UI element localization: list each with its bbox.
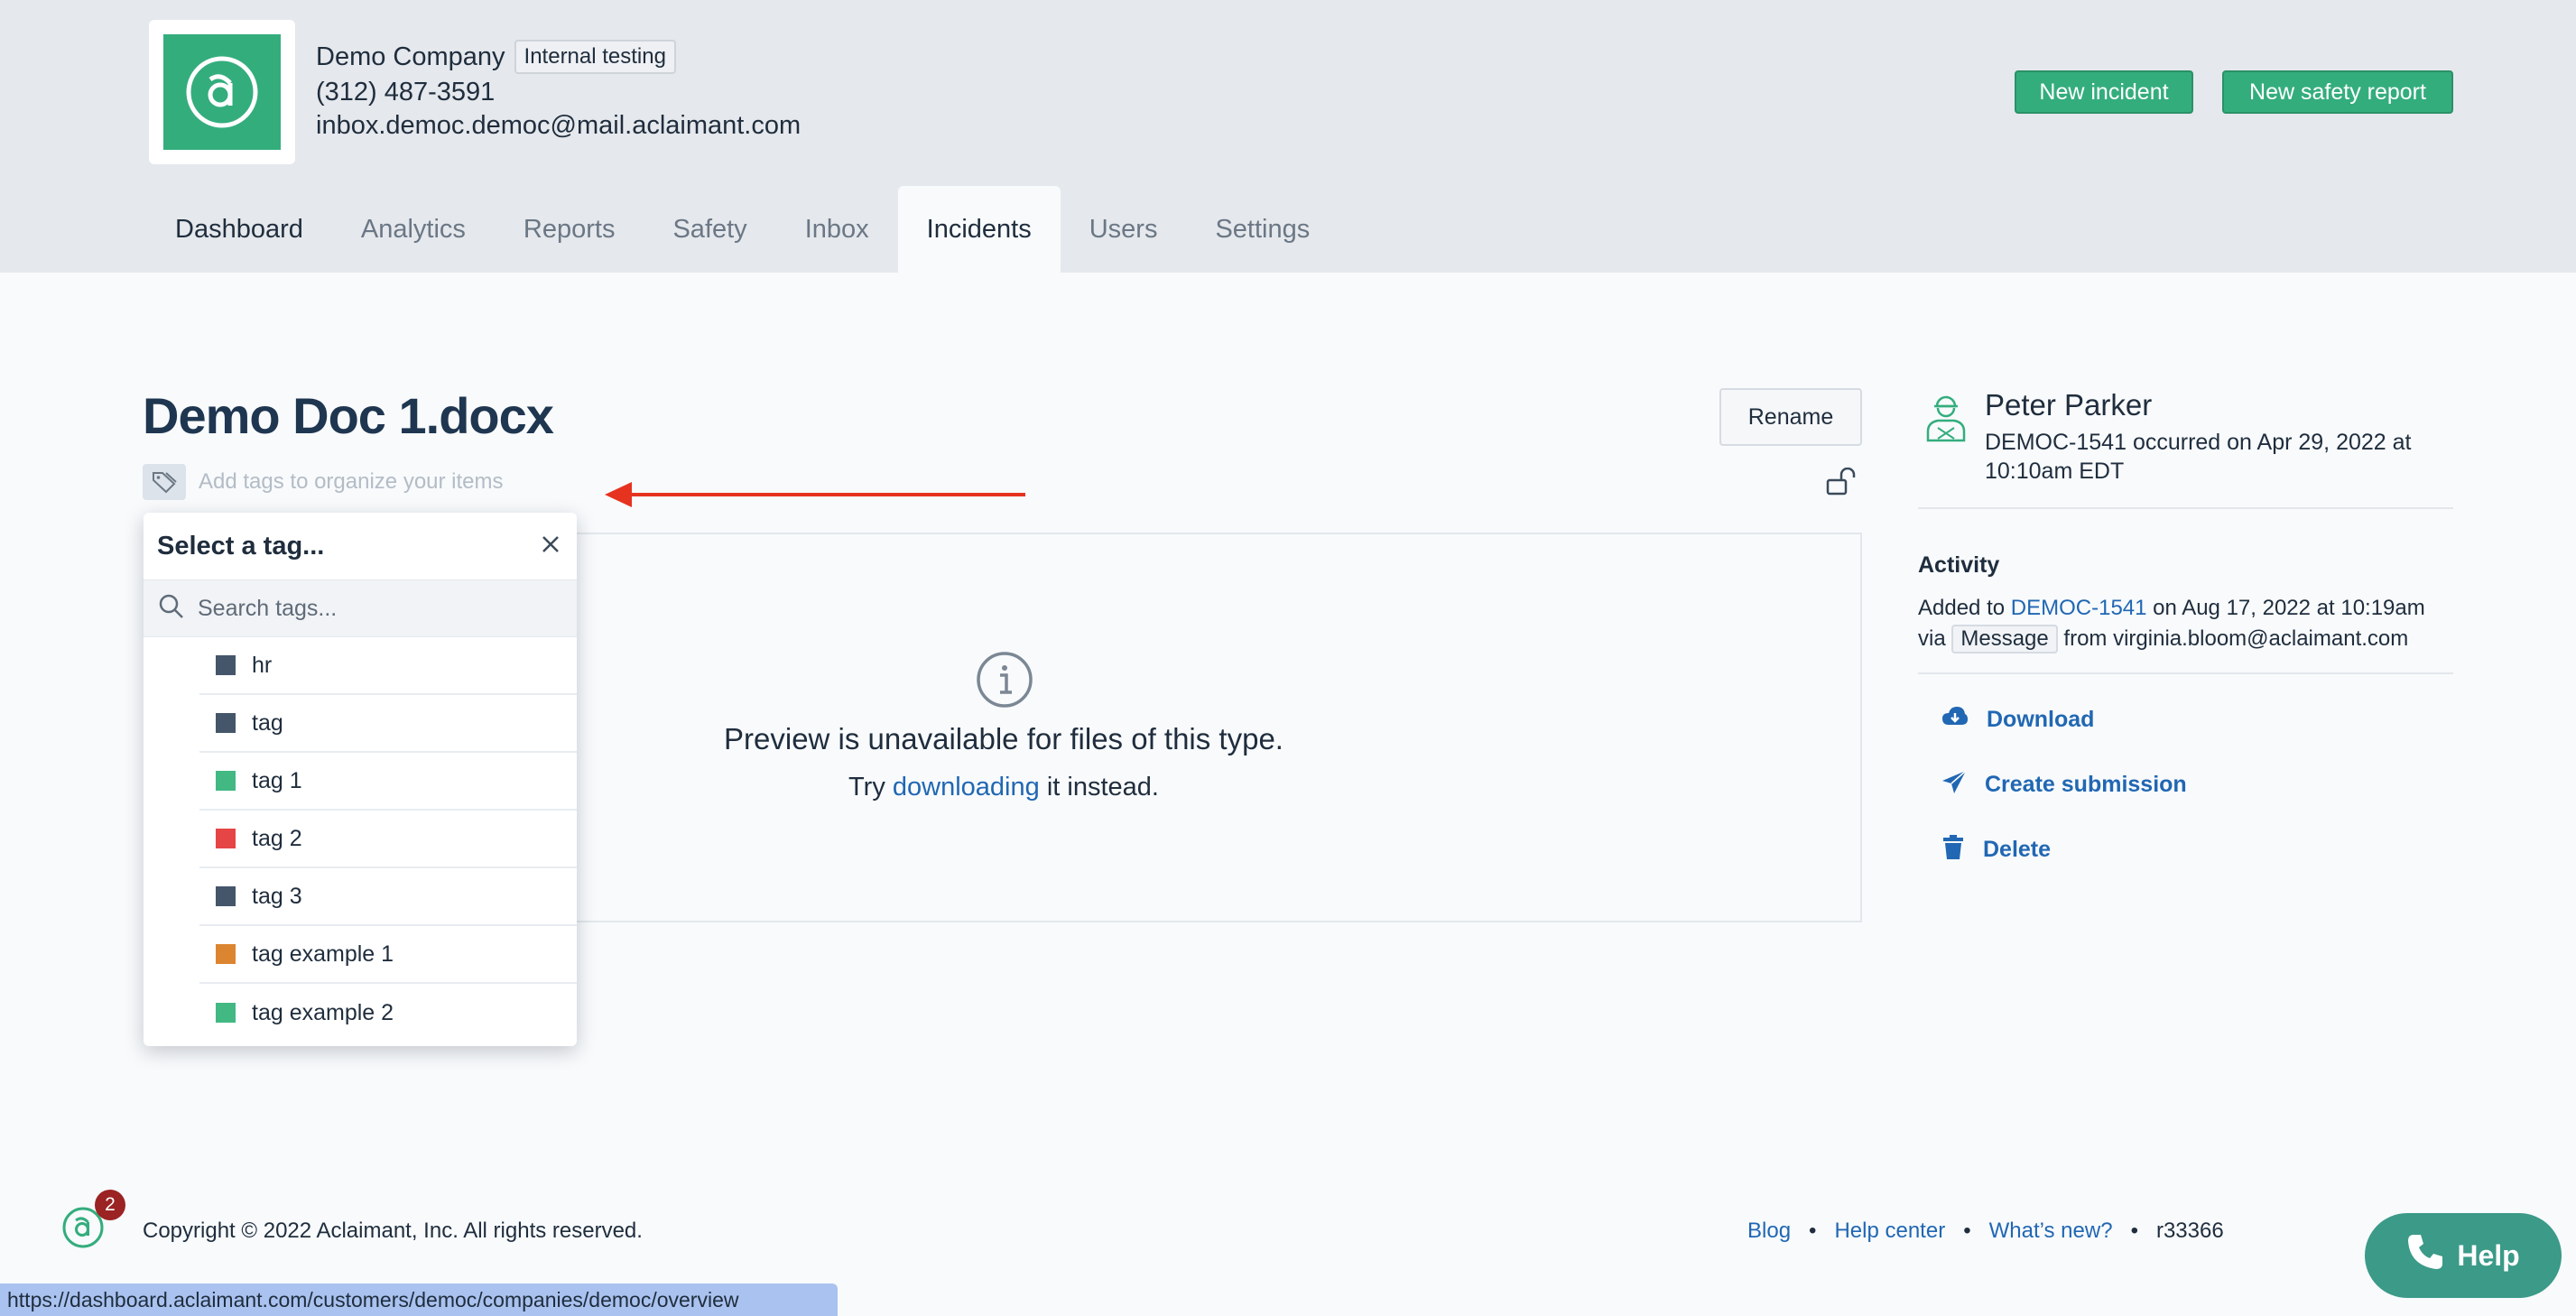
help-button[interactable]: Help [2365, 1213, 2562, 1298]
notification-badge[interactable]: 2 [95, 1190, 125, 1220]
tag-select-dropdown: Select a tag... hr tag tag 1 [144, 513, 577, 1046]
search-icon [158, 593, 185, 625]
tags-placeholder[interactable]: Add tags to organize your items [199, 469, 504, 495]
company-email: inbox.democ.democ@mail.aclaimant.com [316, 111, 802, 140]
tab-reports[interactable]: Reports [495, 186, 644, 273]
tab-users[interactable]: Users [1061, 186, 1187, 273]
phone-icon [2406, 1233, 2444, 1278]
tag-option[interactable]: hr [199, 637, 577, 695]
activity-heading: Activity [1918, 552, 2000, 578]
downloading-link[interactable]: downloading [893, 773, 1040, 802]
new-safety-report-button[interactable]: New safety report [2222, 70, 2453, 114]
download-action[interactable]: Download [1918, 687, 2453, 752]
tag-color-swatch [216, 944, 236, 964]
dropdown-title: Select a tag... [157, 531, 325, 561]
incident-sidebar: Peter Parker DEMOC-1541 occurred on Apr … [1918, 388, 2453, 882]
trash-icon [1941, 834, 1965, 865]
tab-dashboard[interactable]: Dashboard [146, 186, 332, 273]
tags-row[interactable]: Add tags to organize your items [143, 464, 504, 500]
aclaimant-logo-icon [163, 34, 281, 150]
info-icon [975, 650, 1034, 714]
tag-search-input[interactable] [198, 595, 541, 622]
tag-option[interactable]: tag 3 [199, 868, 577, 926]
preview-unavailable-subtitle: Try downloading it instead. [848, 773, 1159, 802]
browser-status-url: https://dashboard.aclaimant.com/customer… [0, 1284, 838, 1316]
incident-occurrence: DEMOC-1541 occurred on Apr 29, 2022 at 1… [1985, 430, 2412, 484]
message-badge: Message [1951, 625, 2058, 653]
file-preview-panel: Preview is unavailable for files of this… [560, 533, 1862, 922]
tag-color-swatch [216, 1003, 236, 1023]
worker-icon [1925, 392, 1967, 447]
blog-link[interactable]: Blog [1747, 1219, 1791, 1244]
tab-incidents[interactable]: Incidents [897, 186, 1061, 273]
tag-color-swatch [216, 713, 236, 733]
preview-unavailable-title: Preview is unavailable for files of this… [724, 722, 1283, 755]
footer-links: Blog • Help center • What’s new? • r3336… [1747, 1219, 2224, 1244]
copyright-text: Copyright © 2022 Aclaimant, Inc. All rig… [143, 1219, 643, 1243]
whats-new-link[interactable]: What’s new? [1989, 1219, 2113, 1244]
document-title: Demo Doc 1.docx [143, 387, 554, 444]
annotation-arrow-icon [605, 482, 1025, 507]
divider [1918, 672, 2453, 674]
divider [1918, 507, 2453, 509]
delete-action[interactable]: Delete [1918, 817, 2453, 882]
tab-analytics[interactable]: Analytics [332, 186, 495, 273]
app-header: Demo Company Internal testing (312) 487-… [0, 0, 2576, 273]
tag-options-list: hr tag tag 1 tag 2 tag 3 tag example 1 t… [144, 637, 577, 1042]
incident-link[interactable]: DEMOC-1541 [2011, 596, 2147, 620]
company-logo[interactable] [149, 20, 295, 164]
version-label: r33366 [2155, 1219, 2224, 1243]
tag-color-swatch [216, 771, 236, 791]
tag-option[interactable]: tag 2 [199, 811, 577, 868]
cloud-download-icon [1941, 706, 1969, 734]
tag-option[interactable]: tag [199, 695, 577, 753]
main-nav: Dashboard Analytics Reports Safety Inbox… [146, 186, 1339, 273]
company-name: Demo Company [316, 42, 505, 71]
tag-option[interactable]: tag example 2 [199, 984, 577, 1042]
close-icon[interactable] [539, 533, 562, 561]
tag-color-swatch [216, 886, 236, 906]
rename-button[interactable]: Rename [1719, 388, 1862, 446]
create-submission-action[interactable]: Create submission [1918, 752, 2453, 817]
unlock-icon[interactable] [1825, 467, 1858, 501]
tag-option[interactable]: tag example 1 [199, 926, 577, 984]
tab-safety[interactable]: Safety [644, 186, 775, 273]
tag-color-swatch [216, 655, 236, 675]
tag-search-bar [144, 579, 577, 637]
tag-option[interactable]: tag 1 [199, 753, 577, 811]
company-phone: (312) 487-3591 [316, 78, 496, 107]
company-info: Demo Company Internal testing (312) 487-… [316, 40, 801, 141]
help-center-link[interactable]: Help center [1834, 1219, 1945, 1244]
internal-testing-badge: Internal testing [514, 40, 676, 74]
person-summary: Peter Parker DEMOC-1541 occurred on Apr … [1918, 388, 2453, 486]
tab-inbox[interactable]: Inbox [776, 186, 898, 273]
activity-entry: Added to DEMOC-1541 on Aug 17, 2022 at 1… [1918, 593, 2453, 654]
new-incident-button[interactable]: New incident [2015, 70, 2193, 114]
person-name: Peter Parker [1985, 388, 2153, 422]
tab-settings[interactable]: Settings [1186, 186, 1339, 273]
tag-icon[interactable] [143, 464, 186, 500]
tag-color-swatch [216, 829, 236, 848]
file-actions: Download Create submission Delete [1918, 687, 2453, 882]
send-icon [1941, 769, 1967, 800]
